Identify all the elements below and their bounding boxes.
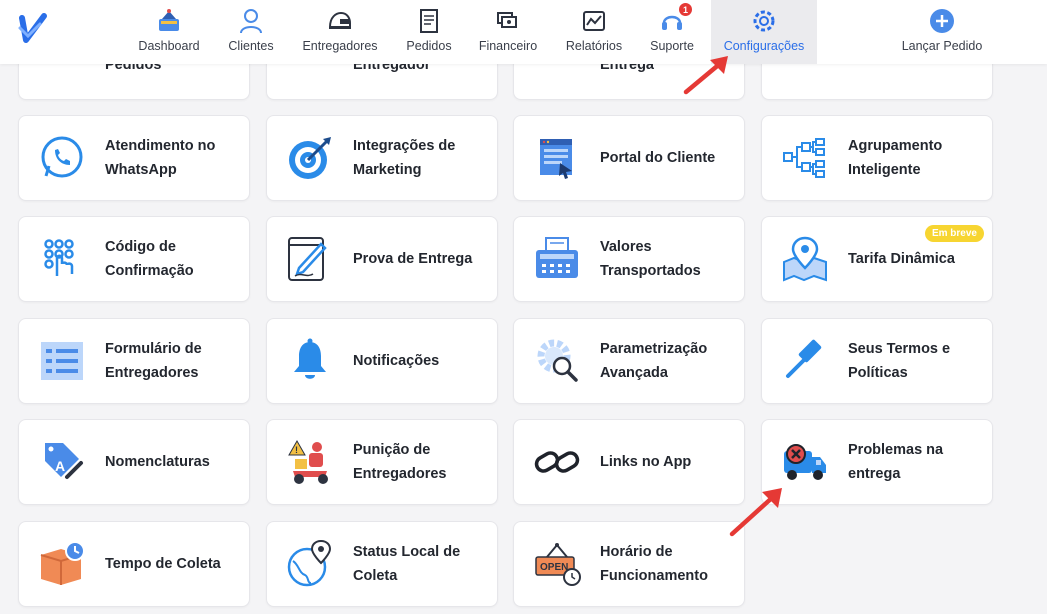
card-tempo-coleta[interactable]: Tempo de Coleta [18,521,250,607]
card-label: Agrupamento Inteligente [848,138,943,178]
card-label: Seus Termos e Políticas [848,341,951,381]
truck-error-icon [780,437,830,487]
nav-dashboard[interactable]: Dashboard [130,0,208,64]
open-sign-icon: OPEN [532,539,582,589]
card-portal-cliente[interactable]: Portal do Cliente [513,115,745,201]
card-tarifa-dinamica[interactable]: Tarifa Dinâmica Em breve [761,216,993,302]
card-label: Nomenclaturas [105,454,210,470]
nav-label: Lançar Pedido [901,39,983,53]
app-logo-icon[interactable] [16,10,48,50]
card-label: Links no App [600,454,692,470]
nav-label: Relatórios [565,39,623,53]
card-label: Tempo de Coleta [105,556,221,572]
card-atendimento-whatsapp[interactable]: Atendimento no WhatsApp [18,115,250,201]
svg-text:A: A [55,458,65,474]
card-problemas-entrega[interactable]: Problemas na entrega [761,419,993,505]
target-icon [285,133,335,183]
portal-window-icon [532,133,582,183]
nav-label: Entregadores [302,39,378,53]
nav-financeiro[interactable]: Financeiro [472,0,544,64]
card-horario-funcionamento[interactable]: OPEN Horário de Funcionamento [513,521,745,607]
card-prova-entrega[interactable]: Prova de Entrega [266,216,498,302]
nav-relatorios[interactable]: Relatórios [558,0,630,64]
delivery-scooter-icon: ! [285,437,335,487]
gear-icon [749,6,779,36]
nav-clientes[interactable]: Clientes [222,0,280,64]
card-agrupamento-inteligente[interactable]: Agrupamento Inteligente [761,115,993,201]
card-label: Horário de Funcionamento [600,544,708,584]
form-list-icon [37,336,87,386]
card-notificacoes[interactable]: Notificações [266,318,498,404]
globe-pin-icon [285,539,335,589]
tag-pen-icon: A [37,437,87,487]
nav-label: Pedidos [406,39,452,53]
card-links-app[interactable]: Links no App [513,419,745,505]
card-label: Punição de Entregadores [353,442,447,482]
fax-machine-icon [532,234,582,284]
map-pin-icon [780,234,830,284]
whatsapp-icon [37,133,87,183]
card-label: Tarifa Dinâmica [848,251,955,267]
plus-circle-icon [927,6,957,36]
card-valores-transportados[interactable]: Valores Transportados [513,216,745,302]
annotation-arrow-icon [729,488,782,537]
signature-icon [285,234,335,284]
card-label: Código de Confirmação [105,239,194,279]
bell-icon [285,336,335,386]
money-icon [493,6,523,36]
card-label: Prova de Entrega [353,251,473,267]
card-label: Problemas na entrega [848,442,944,482]
card-label: Portal do Cliente [600,150,716,166]
gavel-icon [780,336,830,386]
card-formulario-entregadores[interactable]: Formulário de Entregadores [18,318,250,404]
nav-pedidos[interactable]: Pedidos [400,0,458,64]
notification-badge: 1 [678,2,693,17]
nav-entregadores[interactable]: Entregadores [294,0,386,64]
svg-text:!: ! [295,445,298,455]
nav-label: Financeiro [478,39,538,53]
card-label: Valores Transportados [600,239,701,279]
card-parametrizacao-avancada[interactable]: Parametrização Avançada [513,318,745,404]
link-icon [532,437,582,487]
nav-label: Configurações [723,39,805,53]
svg-text:OPEN: OPEN [540,562,568,573]
card-punicao-entregadores[interactable]: ! Punição de Entregadores [266,419,498,505]
annotation-arrow-icon [683,56,728,95]
report-icon [579,6,609,36]
user-icon [236,6,266,36]
card-nomenclaturas[interactable]: A Nomenclaturas [18,419,250,505]
top-navigation: Dashboard Clientes Entregadores Pedidos … [0,0,1047,64]
card-label: Status Local de Coleta [353,544,461,584]
card-label: Parametrização Avançada [600,341,708,381]
card-label: Notificações [353,353,440,369]
card-label: Integrações de Marketing [353,138,456,178]
gear-search-icon [532,336,582,386]
nav-label: Suporte [650,39,694,53]
nav-label: Dashboard [138,39,200,53]
receipt-icon [414,6,444,36]
card-termos-politicas[interactable]: Seus Termos e Políticas [761,318,993,404]
coming-soon-badge: Em breve [924,225,984,242]
card-codigo-confirmacao[interactable]: Código de Confirmação [18,216,250,302]
dashboard-icon [154,6,184,36]
box-clock-icon [37,539,87,589]
headset-icon: 1 [657,2,693,36]
card-status-local-coleta[interactable]: Status Local de Coleta [266,521,498,607]
keypad-icon [37,234,87,284]
nav-label: Clientes [228,39,274,53]
helmet-icon [325,6,355,36]
card-label: Formulário de Entregadores [105,341,202,381]
hierarchy-icon [780,133,830,183]
card-integracoes-marketing[interactable]: Integrações de Marketing [266,115,498,201]
card-label: Atendimento no WhatsApp [105,138,216,178]
nav-lancar-pedido[interactable]: Lançar Pedido [892,0,992,64]
